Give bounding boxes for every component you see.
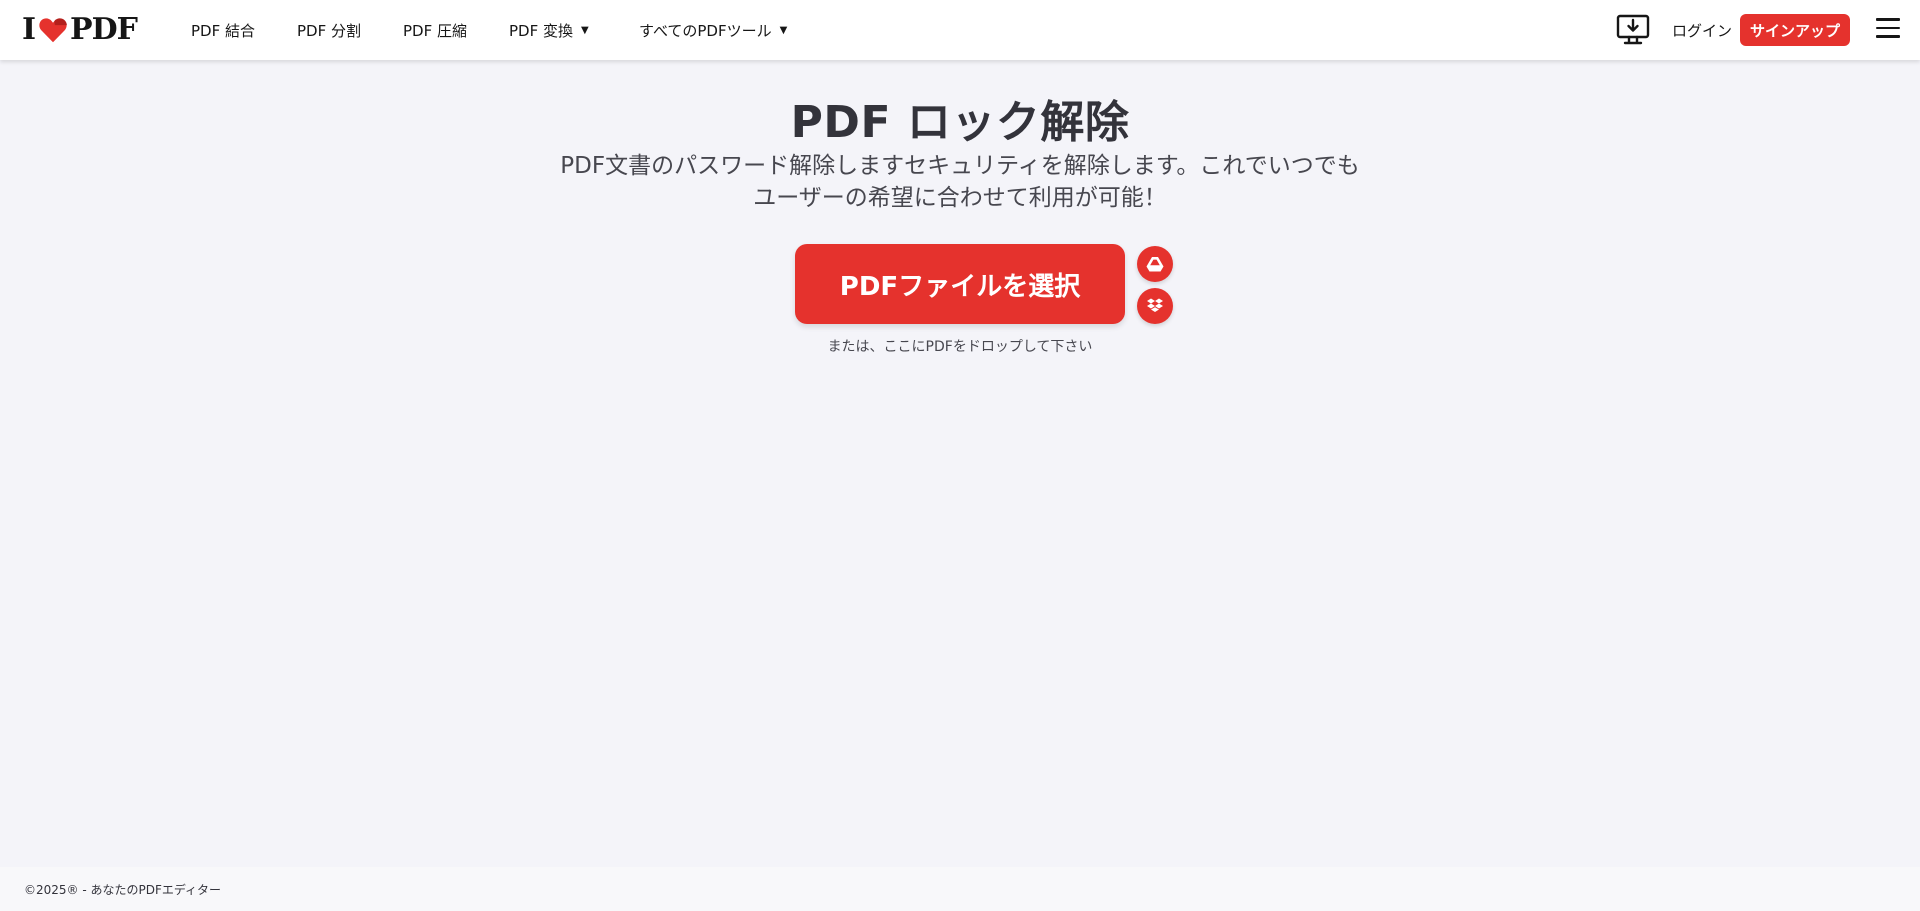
drop-hint-text: または、ここにPDFをドロップして下さい [827, 339, 1093, 355]
select-pdf-button[interactable]: PDFファイルを選択 [795, 244, 1125, 324]
footer-copyright: ©2025® - あなたのPDFエディター [24, 882, 222, 897]
caret-down-icon: ▼ [779, 25, 788, 36]
nav-compress-pdf-label: PDF 圧縮 [403, 22, 467, 40]
menu-bar [1876, 18, 1900, 21]
nav-split-pdf[interactable]: PDF 分割 [297, 20, 361, 41]
page-subtitle: PDF文書のパスワード解除しますセキュリティを解除します。これでいつでもユーザー… [560, 153, 1360, 211]
google-drive-icon [1146, 257, 1164, 272]
caret-down-icon: ▼ [581, 25, 589, 36]
dropbox-icon [1147, 298, 1163, 312]
logo-text-i: I [22, 12, 36, 47]
top-header: I PDF PDF 結合 PDF 分割 PDF 圧縮 PDF 変換 ▼ すべての… [0, 0, 1920, 60]
page-title: PDF ロック解除 [790, 97, 1130, 148]
nav-all-tools-label: すべてのPDFツール [639, 22, 772, 40]
footer: ©2025® - あなたのPDFエディター [0, 867, 1920, 911]
ilovepdf-logo[interactable]: I PDF [22, 12, 138, 47]
logo-text-pdf: PDF [70, 12, 138, 47]
nav-merge-pdf[interactable]: PDF 結合 [191, 20, 255, 41]
nav-split-pdf-label: PDF 分割 [297, 22, 361, 40]
signup-button[interactable]: サインアップ [1740, 14, 1850, 46]
menu-bar [1876, 26, 1900, 29]
nav-merge-pdf-label: PDF 結合 [191, 22, 255, 40]
nav-all-tools-dropdown[interactable]: すべてのPDFツール ▼ [639, 20, 787, 41]
nav-convert-pdf-label: PDF 変換 [509, 22, 573, 40]
dropbox-button[interactable] [1137, 288, 1173, 324]
nav-convert-pdf-dropdown[interactable]: PDF 変換 ▼ [509, 20, 589, 41]
menu-bar [1876, 35, 1900, 38]
nav-compress-pdf[interactable]: PDF 圧縮 [403, 20, 467, 41]
google-drive-button[interactable] [1137, 246, 1173, 282]
heart-icon [39, 18, 67, 43]
desktop-download-icon[interactable] [1616, 14, 1650, 46]
login-link[interactable]: ログイン [1672, 20, 1732, 41]
hamburger-menu-icon[interactable] [1876, 18, 1900, 40]
